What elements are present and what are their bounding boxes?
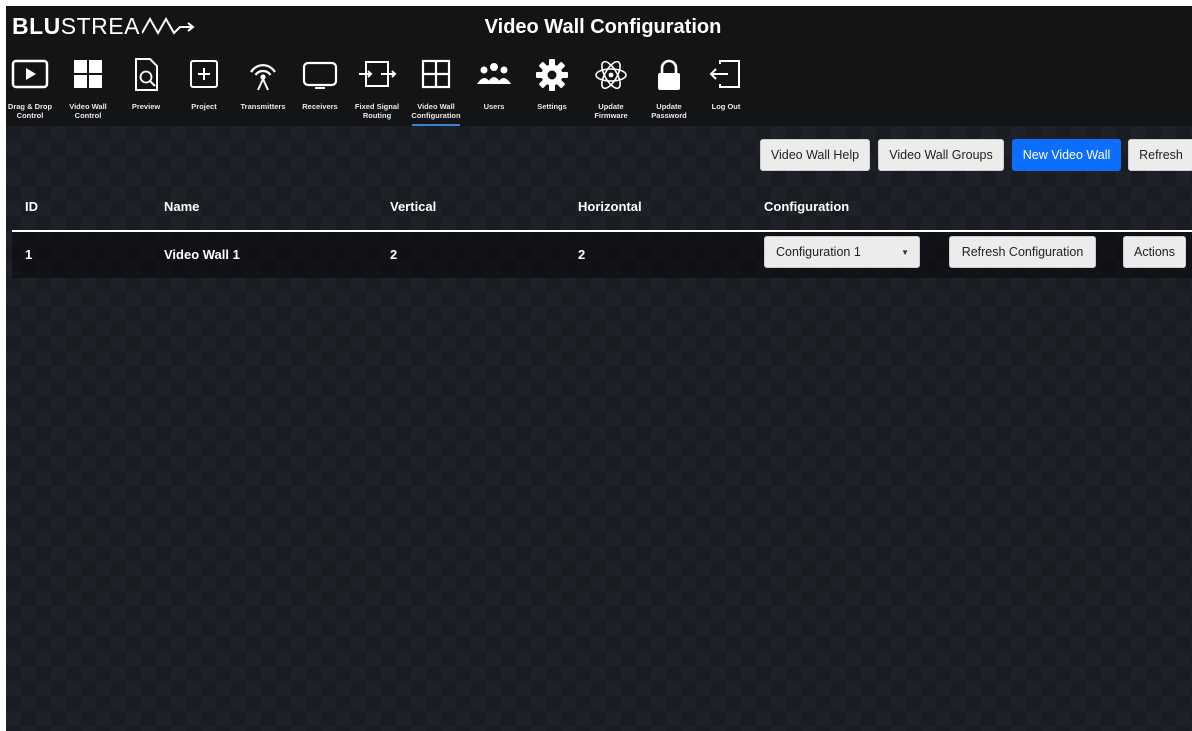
cell-horizontal: 2 xyxy=(578,247,586,262)
column-header-horizontal: Horizontal xyxy=(578,199,642,214)
nav-label: Settings xyxy=(537,102,567,111)
configuration-select[interactable]: Configuration 1 ▼ xyxy=(764,236,920,268)
cell-id: 1 xyxy=(25,247,33,262)
nav-label: Preview xyxy=(131,102,161,111)
nav-preview[interactable]: Preview xyxy=(116,46,176,126)
lock-icon xyxy=(649,56,689,94)
nav-label: Video Wall Configuration xyxy=(411,102,461,120)
main-nav: Drag & Drop Control Video Wall Control P… xyxy=(6,46,1192,126)
app-window: BLU STREA Video Wall Configuration Drag &… xyxy=(6,6,1192,731)
nav-drag-drop-control[interactable]: Drag & Drop Control xyxy=(6,46,60,126)
nav-update-firmware[interactable]: Update Firmware xyxy=(581,46,641,126)
antenna-icon xyxy=(243,56,283,94)
video-wall-help-button[interactable]: Video Wall Help xyxy=(760,139,870,171)
grid-icon xyxy=(416,56,456,94)
nav-video-wall-control[interactable]: Video Wall Control xyxy=(58,46,118,126)
cell-vertical: 2 xyxy=(390,247,398,262)
nav-label: Receivers xyxy=(302,102,338,111)
nav-label: Users xyxy=(483,102,505,111)
monitor-icon xyxy=(300,56,340,94)
column-header-id: ID xyxy=(25,199,38,214)
cell-name: Video Wall 1 xyxy=(164,247,240,262)
users-icon xyxy=(474,56,514,94)
nav-fixed-signal-routing[interactable]: Fixed Signal Routing xyxy=(347,46,407,126)
nav-label: Update Password xyxy=(651,102,687,120)
column-header-configuration: Configuration xyxy=(764,199,850,214)
refresh-button[interactable]: Refresh xyxy=(1128,139,1192,171)
nav-label: Fixed Signal Routing xyxy=(354,102,400,120)
routing-icon xyxy=(357,56,397,94)
nav-video-wall-configuration[interactable]: Video Wall Configuration xyxy=(406,46,466,126)
nav-label: Transmitters xyxy=(240,102,286,111)
atom-icon xyxy=(591,56,631,94)
nav-users[interactable]: Users xyxy=(464,46,524,126)
nav-label: Update Firmware xyxy=(594,102,628,120)
gear-icon xyxy=(532,56,572,94)
nav-label: Video Wall Control xyxy=(69,102,107,120)
nav-label: Log Out xyxy=(711,102,741,111)
nav-settings[interactable]: Settings xyxy=(522,46,582,126)
nav-update-password[interactable]: Update Password xyxy=(639,46,699,126)
caret-down-icon: ▼ xyxy=(901,248,909,257)
logout-icon xyxy=(706,56,746,94)
plus-box-icon xyxy=(184,56,224,94)
play-screen-icon xyxy=(10,56,50,94)
nav-label: Project xyxy=(191,102,217,111)
actions-button[interactable]: Actions xyxy=(1123,236,1186,268)
nav-receivers[interactable]: Receivers xyxy=(290,46,350,126)
nav-log-out[interactable]: Log Out xyxy=(696,46,756,126)
nav-label: Drag & Drop Control xyxy=(7,102,53,120)
column-header-name: Name xyxy=(164,199,200,214)
configuration-select-value: Configuration 1 xyxy=(776,245,861,259)
document-search-icon xyxy=(126,56,166,94)
refresh-configuration-button[interactable]: Refresh Configuration xyxy=(949,236,1096,268)
grid-blocks-icon xyxy=(68,56,108,94)
nav-transmitters[interactable]: Transmitters xyxy=(233,46,293,126)
video-wall-groups-button[interactable]: Video Wall Groups xyxy=(878,139,1004,171)
column-header-vertical: Vertical xyxy=(390,199,437,214)
top-bar: BLU STREA Video Wall Configuration xyxy=(6,6,1192,46)
new-video-wall-button[interactable]: New Video Wall xyxy=(1012,139,1121,171)
nav-project[interactable]: Project xyxy=(174,46,234,126)
page-title: Video Wall Configuration xyxy=(484,16,722,38)
